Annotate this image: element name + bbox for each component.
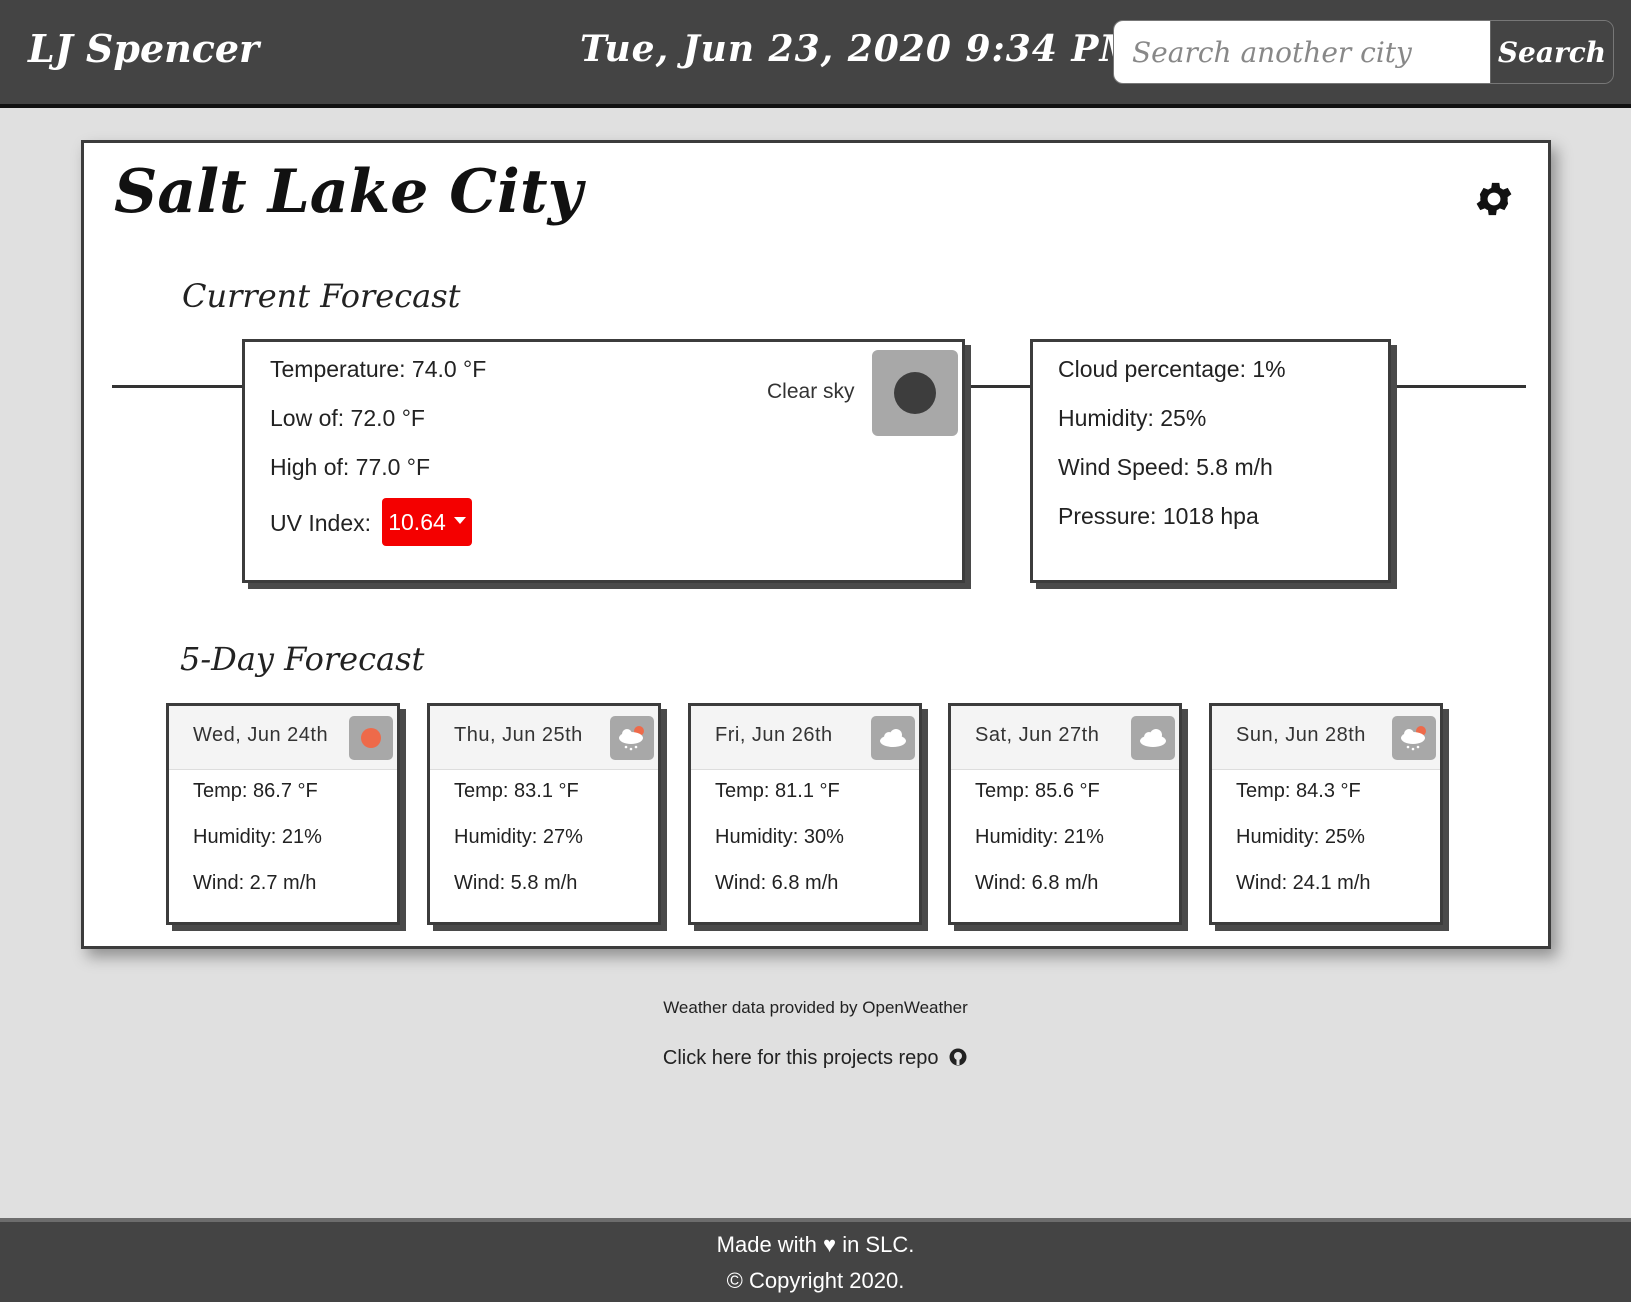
- weather-card: Salt Lake City Current Forecast Temperat…: [81, 140, 1551, 949]
- city-title: Salt Lake City: [114, 157, 583, 227]
- forecast-temp: Temp: 85.6 °F: [975, 780, 1100, 802]
- forecast-wind: Wind: 2.7 m/h: [193, 872, 317, 894]
- current-forecast-heading: Current Forecast: [182, 277, 461, 315]
- temperature-text: Temperature: 74.0 °F: [270, 356, 487, 382]
- forecast-date: Fri, Jun 26th: [715, 724, 833, 746]
- forecast-humidity: Humidity: 27%: [454, 826, 583, 848]
- forecast-day-header: Wed, Jun 24th: [169, 706, 397, 770]
- copyright-text: © Copyright 2020.: [726, 1268, 905, 1293]
- wind-speed-text: Wind Speed: 5.8 m/h: [1058, 454, 1273, 480]
- caret-down-icon: [453, 516, 466, 524]
- rain-cloud-icon: [1392, 716, 1436, 760]
- forecast-day-card: Sun, Jun 28th Temp: 84.3 °F Humidity: 25…: [1209, 703, 1443, 925]
- search-group: Search: [1113, 20, 1614, 84]
- repo-link-label: Click here for this projects repo: [662, 1047, 939, 1069]
- forecast-humidity: Humidity: 21%: [975, 826, 1104, 848]
- rain-cloud-icon: [610, 716, 654, 760]
- forecast-day-card: Wed, Jun 24th Temp: 86.7 °F Humidity: 21…: [166, 703, 400, 925]
- forecast-humidity: Humidity: 21%: [193, 826, 322, 848]
- forecast-wind: Wind: 24.1 m/h: [1236, 872, 1371, 894]
- sun-icon: [349, 716, 393, 760]
- forecast-day-header: Thu, Jun 25th: [430, 706, 658, 770]
- forecast-temp: Temp: 84.3 °F: [1236, 780, 1361, 802]
- github-icon: [949, 1048, 967, 1066]
- top-navbar: LJ Spencer Tue, Jun 23, 2020 9:34 PM Sea…: [0, 0, 1631, 108]
- cloud-icon: [871, 716, 915, 760]
- high-temp-text: High of: 77.0 °F: [270, 454, 431, 480]
- sky-condition-text: Clear sky: [767, 380, 855, 403]
- forecast-wind: Wind: 6.8 m/h: [715, 872, 839, 894]
- forecast-date: Sat, Jun 27th: [975, 724, 1100, 746]
- city-search-input[interactable]: [1114, 21, 1490, 83]
- search-button[interactable]: Search: [1490, 21, 1613, 83]
- low-temp-text: Low of: 72.0 °F: [270, 405, 425, 431]
- current-details-panel: Cloud percentage: 1% Humidity: 25% Wind …: [1030, 339, 1391, 583]
- brand-logo[interactable]: LJ Spencer: [28, 26, 259, 71]
- current-datetime: Tue, Jun 23, 2020 9:34 PM: [580, 28, 1141, 70]
- pressure-text: Pressure: 1018 hpa: [1058, 503, 1259, 529]
- five-day-forecast-heading: 5-Day Forecast: [180, 640, 425, 678]
- forecast-date: Wed, Jun 24th: [193, 724, 329, 746]
- data-credit-text: Weather data provided by OpenWeather: [0, 998, 1631, 1018]
- forecast-wind: Wind: 6.8 m/h: [975, 872, 1099, 894]
- forecast-temp: Temp: 86.7 °F: [193, 780, 318, 802]
- humidity-text: Humidity: 25%: [1058, 405, 1207, 431]
- forecast-humidity: Humidity: 30%: [715, 826, 844, 848]
- gear-icon[interactable]: [1472, 177, 1516, 221]
- forecast-humidity: Humidity: 25%: [1236, 826, 1365, 848]
- forecast-day-card: Fri, Jun 26th Temp: 81.1 °F Humidity: 30…: [688, 703, 922, 925]
- data-credit-label: Weather data provided by OpenWeather: [663, 998, 968, 1017]
- uv-index-value: 10.64: [388, 508, 446, 535]
- cloud-icon: [1131, 716, 1175, 760]
- forecast-day-card: Thu, Jun 25th Temp: 83.1 °F Humidity: 27…: [427, 703, 661, 925]
- forecast-day-header: Sat, Jun 27th: [951, 706, 1179, 770]
- uv-index-dropdown[interactable]: 10.64: [382, 498, 472, 546]
- forecast-date: Thu, Jun 25th: [454, 724, 583, 746]
- forecast-day-card: Sat, Jun 27th Temp: 85.6 °F Humidity: 21…: [948, 703, 1182, 925]
- cloud-percentage-text: Cloud percentage: 1%: [1058, 356, 1286, 382]
- uv-index-label: UV Index:: [270, 510, 371, 536]
- made-with-text: Made with ♥ in SLC.: [716, 1232, 915, 1257]
- bottom-footer: Made with ♥ in SLC. © Copyright 2020.: [0, 1218, 1631, 1302]
- forecast-day-header: Fri, Jun 26th: [691, 706, 919, 770]
- forecast-date: Sun, Jun 28th: [1236, 724, 1366, 746]
- current-conditions-panel: Temperature: 74.0 °F Low of: 72.0 °F Hig…: [242, 339, 965, 583]
- repo-link[interactable]: Click here for this projects repo: [0, 1047, 1631, 1070]
- forecast-temp: Temp: 83.1 °F: [454, 780, 579, 802]
- forecast-wind: Wind: 5.8 m/h: [454, 872, 578, 894]
- forecast-day-header: Sun, Jun 28th: [1212, 706, 1440, 770]
- moon-icon: [872, 350, 958, 436]
- forecast-temp: Temp: 81.1 °F: [715, 780, 840, 802]
